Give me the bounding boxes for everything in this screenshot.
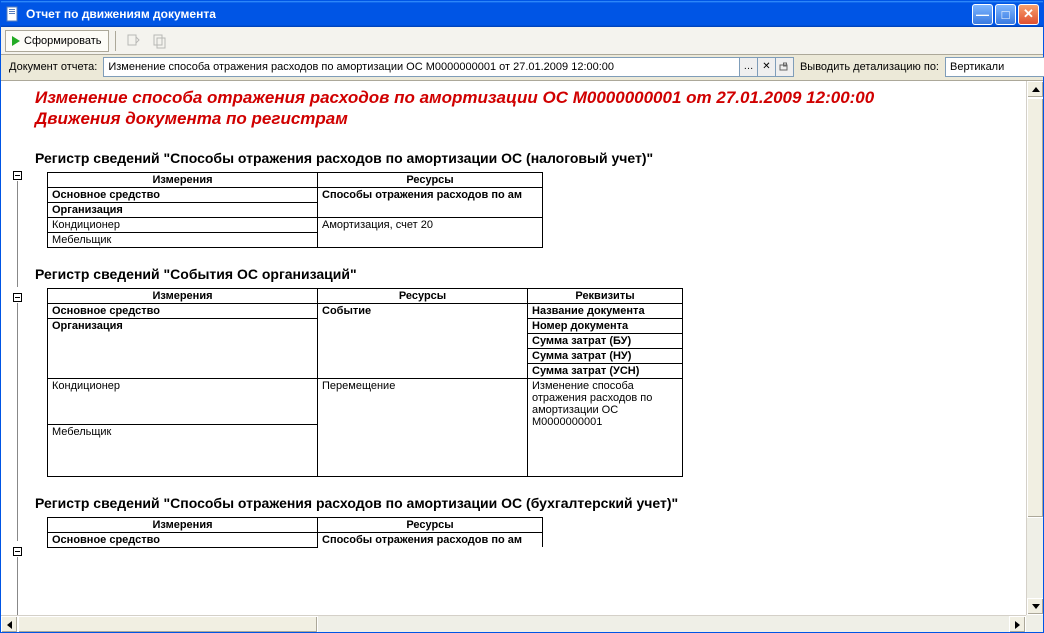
detail-combo — [945, 57, 1035, 77]
vertical-scrollbar[interactable] — [1026, 81, 1043, 615]
cell: Основное средство — [48, 532, 318, 547]
window-controls: — □ ✕ — [972, 4, 1039, 25]
outline-node-1[interactable] — [13, 171, 22, 180]
cell: Название документа — [528, 303, 683, 318]
table-row: Кондиционер Перемещение Изменение способ… — [48, 378, 683, 424]
document-clear-button[interactable]: ✕ — [758, 57, 776, 77]
titlebar: Отчет по движениям документа — □ ✕ — [1, 1, 1043, 27]
cell: Сумма затрат (УСН) — [528, 363, 683, 378]
scroll-right-button[interactable] — [1009, 616, 1026, 632]
toolbar: Сформировать — [1, 27, 1043, 55]
maximize-button[interactable]: □ — [995, 4, 1016, 25]
cell: Изменение способа отражения расходов по … — [528, 378, 683, 476]
cell: Основное средство — [48, 303, 318, 318]
tool-icon-1[interactable] — [122, 30, 144, 52]
cell: Мебельщик — [48, 424, 318, 476]
cell: Амортизация, счет 20 — [318, 217, 543, 247]
toolbar-separator — [115, 31, 116, 51]
section3-table: Измерения Ресурсы Основное средство Спос… — [47, 517, 543, 548]
section1-title: Регистр сведений "Способы отражения расх… — [35, 150, 1039, 166]
document-open-button[interactable] — [776, 57, 794, 77]
table-row: Кондиционер Амортизация, счет 20 — [48, 217, 543, 232]
heading-line2: Движения документа по регистрам — [35, 109, 348, 128]
document-select-button[interactable]: … — [740, 57, 758, 77]
scroll-h-thumb[interactable] — [18, 616, 318, 632]
table-row: Измерения Ресурсы — [48, 172, 543, 187]
param-row: Документ отчета: … ✕ Выводить детализаци… — [1, 55, 1043, 81]
scroll-left-button[interactable] — [1, 616, 18, 632]
cell: Перемещение — [318, 378, 528, 476]
cell: Организация — [48, 318, 318, 378]
report-body: Изменение способа отражения расходов по … — [31, 81, 1043, 632]
heading-line1: Изменение способа отражения расходов по … — [35, 88, 874, 107]
app-window: Отчет по движениям документа — □ ✕ Сформ… — [0, 0, 1044, 633]
scroll-down-button[interactable] — [1027, 598, 1043, 615]
cell: Способы отражения расходов по ам — [318, 532, 543, 547]
col-requisites: Реквизиты — [528, 288, 683, 303]
section1-table: Измерения Ресурсы Основное средство Спос… — [47, 172, 543, 248]
col-dimensions: Измерения — [48, 288, 318, 303]
outline-line-1 — [17, 181, 18, 287]
document-label: Документ отчета: — [9, 61, 97, 73]
outline-gutter — [1, 81, 31, 632]
section2-table: Измерения Ресурсы Реквизиты Основное сре… — [47, 288, 683, 477]
play-icon — [12, 36, 20, 46]
tool-icon-2[interactable] — [148, 30, 170, 52]
outline-node-2[interactable] — [13, 293, 22, 302]
cell: Кондиционер — [48, 217, 318, 232]
table-row: Измерения Ресурсы — [48, 517, 543, 532]
detail-label: Выводить детализацию по: — [800, 61, 939, 73]
outline-node-3[interactable] — [13, 547, 22, 556]
outline-line-2 — [17, 303, 18, 541]
document-input[interactable] — [103, 57, 740, 77]
close-button[interactable]: ✕ — [1018, 4, 1039, 25]
cell: Организация — [48, 202, 318, 217]
cell: Мебельщик — [48, 232, 318, 247]
report-heading: Изменение способа отражения расходов по … — [35, 87, 1039, 130]
cell: Сумма затрат (БУ) — [528, 333, 683, 348]
scroll-up-button[interactable] — [1027, 81, 1043, 98]
generate-button[interactable]: Сформировать — [5, 30, 109, 52]
cell: Событие — [318, 303, 528, 378]
cell: Номер документа — [528, 318, 683, 333]
col-resources: Ресурсы — [318, 288, 528, 303]
window-title: Отчет по движениям документа — [26, 7, 972, 21]
col-dimensions: Измерения — [48, 517, 318, 532]
table-row: Основное средство Способы отражения расх… — [48, 532, 543, 547]
content-area: Изменение способа отражения расходов по … — [1, 81, 1043, 632]
detail-input[interactable] — [945, 57, 1044, 77]
generate-label: Сформировать — [24, 35, 102, 47]
col-resources: Ресурсы — [318, 172, 543, 187]
cell: Основное средство — [48, 187, 318, 202]
scroll-v-thumb[interactable] — [1027, 98, 1043, 518]
app-icon — [5, 6, 21, 22]
document-field: … ✕ — [103, 57, 794, 77]
scroll-corner — [1026, 615, 1043, 632]
cell: Сумма затрат (НУ) — [528, 348, 683, 363]
horizontal-scrollbar[interactable] — [1, 615, 1026, 632]
section2-title: Регистр сведений "События ОС организаций… — [35, 266, 1039, 282]
cell: Способы отражения расходов по ам — [318, 187, 543, 217]
col-resources: Ресурсы — [318, 517, 543, 532]
outline-line-3 — [17, 557, 18, 617]
table-row: Измерения Ресурсы Реквизиты — [48, 288, 683, 303]
table-row: Основное средство Способы отражения расх… — [48, 187, 543, 202]
minimize-button[interactable]: — — [972, 4, 993, 25]
table-row: Основное средство Событие Название докум… — [48, 303, 683, 318]
section3-title: Регистр сведений "Способы отражения расх… — [35, 495, 1039, 511]
col-dimensions: Измерения — [48, 172, 318, 187]
cell: Кондиционер — [48, 378, 318, 424]
